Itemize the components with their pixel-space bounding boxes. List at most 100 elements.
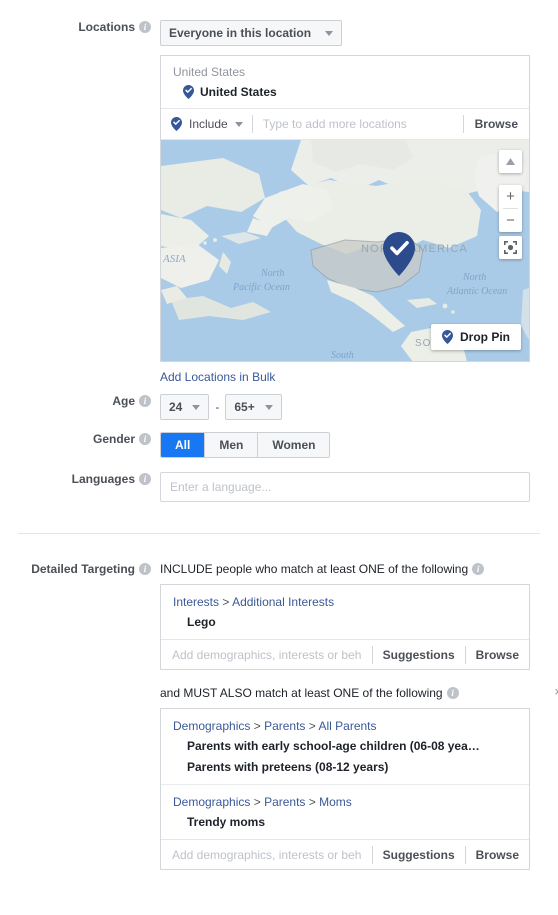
chevron-down-icon [234,121,243,127]
svg-text:North: North [260,268,284,279]
locations-group-header: United States [173,65,246,79]
add-locations-in-bulk-link[interactable]: Add Locations in Bulk [160,370,275,384]
languages-label: Languages i [0,472,160,486]
map-fullscreen-button[interactable] [499,236,522,259]
info-icon[interactable]: i [139,563,151,575]
languages-label-text: Languages [71,472,135,486]
browse-button[interactable]: Browse [466,848,529,862]
age-label: Age i [0,394,160,408]
location-map[interactable]: ASIA NORTH AMERICA North Pacific Ocean N… [161,139,529,361]
info-icon[interactable]: i [472,563,485,575]
map-pin-icon [183,85,194,99]
info-icon[interactable]: i [139,395,151,407]
svg-text:South: South [331,350,354,361]
svg-text:Atlantic Ocean: Atlantic Ocean [446,286,507,297]
breadcrumb-separator: > [222,595,230,609]
detailed-targeting-label-text: Detailed Targeting [31,562,135,576]
include-heading: INCLUDE people who match at least ONE of… [160,562,530,576]
breadcrumb-separator: > [253,719,261,733]
targeting-group: Interests > Additional Interests Lego [161,585,529,639]
breadcrumb-item[interactable]: Demographics [173,795,250,809]
locations-label-text: Locations [78,20,135,34]
gender-option-all[interactable]: All [161,433,206,457]
gender-label: Gender i [0,432,160,446]
breadcrumb-separator: > [253,795,261,809]
info-icon[interactable]: i [139,433,151,445]
age-min-select[interactable]: 24 [160,394,210,420]
targeting-block-include: INCLUDE people who match at least ONE of… [160,562,558,670]
drop-pin-label: Drop Pin [460,330,510,344]
breadcrumb: Demographics > Parents > All Parents [161,717,529,736]
breadcrumb-item[interactable]: Moms [319,795,352,809]
include-dropdown[interactable]: Include [161,109,252,139]
map-compass-button[interactable] [499,150,522,173]
age-field: 24 - 65+ [160,394,558,420]
age-min-value: 24 [169,400,183,414]
info-icon[interactable]: i [446,687,459,699]
must-also-heading-text: and MUST ALSO match at least ONE of the … [160,686,443,700]
info-icon[interactable]: i [139,473,151,485]
breadcrumb: Interests > Additional Interests [161,593,529,612]
fullscreen-icon [499,236,522,259]
section-divider [18,533,540,534]
breadcrumb-item[interactable]: Parents [264,795,305,809]
map-pin-icon [442,330,453,344]
location-selected-entry[interactable]: United States [161,81,529,108]
chevron-down-icon [264,404,273,410]
languages-input[interactable] [160,472,530,502]
location-entry-label: United States [200,85,277,99]
targeting-item[interactable]: Lego [161,612,529,633]
drop-pin-button[interactable]: Drop Pin [431,324,521,350]
breadcrumb-item[interactable]: Additional Interests [232,595,334,609]
detailed-targeting-label: Detailed Targeting i [0,562,160,576]
must-also-search-input[interactable] [161,840,372,869]
must-also-panel: Demographics > Parents > All Parents Par… [160,708,530,870]
location-search-input[interactable] [252,109,463,139]
map-pin-icon [171,117,182,131]
age-separator: - [215,400,220,414]
gender-option-women[interactable]: Women [258,433,330,457]
suggestions-button[interactable]: Suggestions [373,848,465,862]
age-label-text: Age [112,394,135,408]
include-label: Include [189,117,228,131]
svg-text:North: North [462,272,486,283]
close-icon[interactable]: × [554,685,558,699]
targeting-group: Demographics > Parents > All Parents Par… [161,709,529,784]
svg-text:ASIA: ASIA [162,253,186,265]
breadcrumb-separator: > [308,719,316,733]
locations-browse-button[interactable]: Browse [464,117,529,131]
compass-up-icon [499,150,522,173]
location-type-value: Everyone in this location [169,26,312,40]
gender-row: Gender i All Men Women [0,432,558,458]
must-also-heading: and MUST ALSO match at least ONE of the … [160,685,558,701]
svg-text:Pacific Ocean: Pacific Ocean [232,282,290,293]
include-input-bar: Suggestions Browse [161,639,529,669]
zoom-out-button[interactable]: − [499,209,522,232]
languages-row: Languages i [0,472,558,502]
breadcrumb-item[interactable]: Interests [173,595,219,609]
include-heading-text: INCLUDE people who match at least ONE of… [160,562,469,576]
info-icon[interactable]: i [139,21,151,33]
breadcrumb-item[interactable]: Parents [264,719,305,733]
include-search-input[interactable] [161,640,372,669]
location-include-bar: Include Browse [161,108,529,139]
browse-button[interactable]: Browse [466,648,529,662]
must-also-input-bar: Suggestions Browse [161,839,529,869]
targeting-item[interactable]: Parents with early school-age children (… [161,736,529,757]
locations-field: Everyone in this location United States … [160,20,558,384]
gender-field: All Men Women [160,432,558,458]
gender-option-men[interactable]: Men [205,433,259,457]
targeting-item[interactable]: Parents with preteens (08-12 years) [161,757,529,778]
locations-panel: United States United States Include Type… [160,55,530,362]
zoom-in-button[interactable]: + [499,185,522,208]
breadcrumb-item[interactable]: All Parents [318,719,376,733]
gender-label-text: Gender [92,432,135,446]
age-max-select[interactable]: 65+ [225,394,282,420]
breadcrumb-item[interactable]: Demographics [173,719,250,733]
location-type-select[interactable]: Everyone in this location [160,20,343,46]
breadcrumb-separator: > [308,795,316,809]
targeting-item[interactable]: Trendy moms [161,812,529,833]
age-row: Age i 24 - 65+ [0,394,558,420]
targeting-group: Demographics > Parents > Moms Trendy mom… [161,784,529,839]
suggestions-button[interactable]: Suggestions [373,648,465,662]
